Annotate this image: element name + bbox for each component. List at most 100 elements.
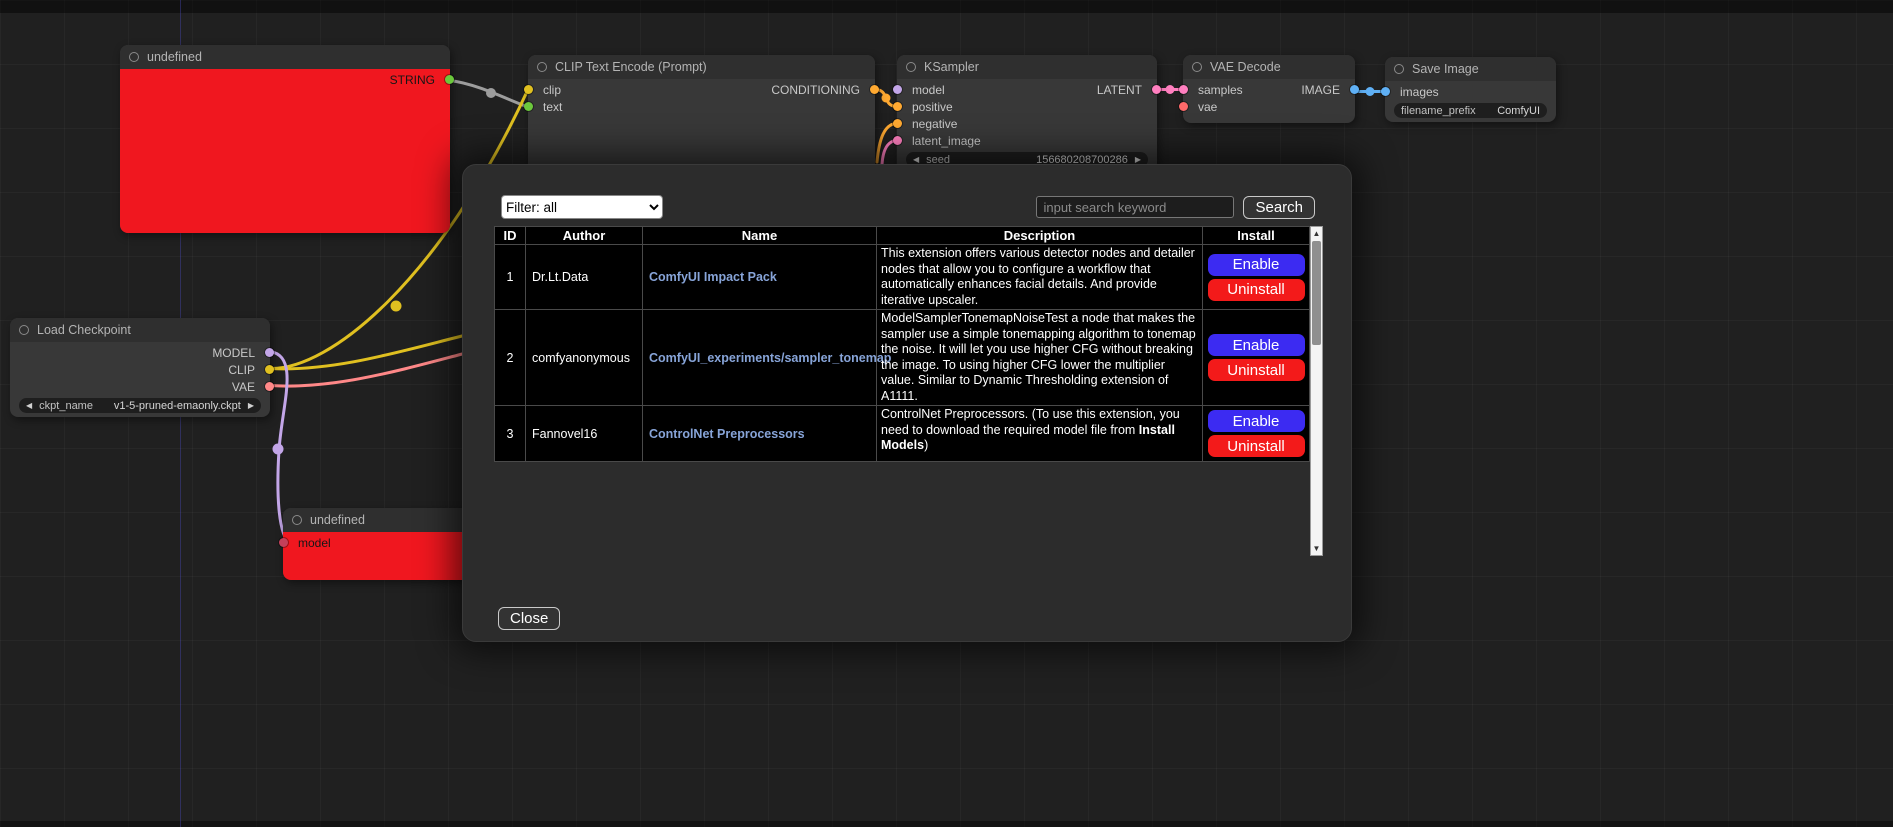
- extension-install-cell: Enable Uninstall: [1203, 245, 1310, 310]
- enable-button[interactable]: Enable: [1208, 334, 1305, 356]
- extensions-table-container: ID Author Name Description Install 1 Dr.…: [494, 226, 1323, 556]
- latent-image-input-port[interactable]: [893, 136, 902, 145]
- model-output-port[interactable]: [265, 348, 274, 357]
- extension-author: Fannovel16: [526, 406, 643, 462]
- close-button[interactable]: Close: [498, 607, 560, 630]
- extension-description: ControlNet Preprocessors. (To use this e…: [877, 406, 1203, 462]
- image-wire-dot: [1366, 87, 1375, 96]
- input-label-negative: negative: [912, 117, 957, 131]
- extension-id: 1: [495, 245, 526, 310]
- images-input-port[interactable]: [1381, 87, 1390, 96]
- enable-button[interactable]: Enable: [1208, 410, 1305, 432]
- node-body: MODEL CLIP VAE ◀ ckpt_name v1-5-pruned-e…: [10, 342, 270, 417]
- model-input-port[interactable]: [893, 85, 902, 94]
- node-save-image[interactable]: Save Image images filename_prefix ComfyU…: [1385, 57, 1556, 122]
- input-label-model: model: [298, 536, 331, 550]
- output-label-vae: VAE: [232, 380, 255, 394]
- node-header: VAE Decode: [1183, 55, 1355, 79]
- extension-install-cell: Enable Uninstall: [1203, 406, 1310, 462]
- input-label-samples: samples: [1198, 83, 1243, 97]
- extension-author: Dr.Lt.Data: [526, 245, 643, 310]
- increment-arrow-icon[interactable]: ▶: [1135, 156, 1141, 164]
- node-undefined-top[interactable]: undefined STRING: [120, 45, 450, 233]
- clip-input-port[interactable]: [524, 85, 533, 94]
- collapse-dot[interactable]: [129, 52, 139, 62]
- model-input-port[interactable]: [279, 538, 288, 547]
- header-install: Install: [1203, 227, 1310, 245]
- extension-id: 3: [495, 406, 526, 462]
- extension-link[interactable]: ControlNet Preprocessors: [649, 427, 805, 441]
- extension-row: 2 comfyanonymous ComfyUI_experiments/sam…: [495, 310, 1310, 406]
- search-input[interactable]: [1036, 196, 1234, 218]
- input-label-images: images: [1400, 85, 1439, 99]
- clip-output-port[interactable]: [265, 365, 274, 374]
- input-label-text: text: [543, 100, 562, 114]
- latent-wire-dot: [1166, 85, 1175, 94]
- collapse-dot[interactable]: [1394, 64, 1404, 74]
- header-name: Name: [643, 227, 877, 245]
- node-title: Save Image: [1412, 62, 1479, 76]
- node-title: undefined: [310, 513, 365, 527]
- node-body: IMAGE samples vae: [1183, 79, 1355, 123]
- node-title: CLIP Text Encode (Prompt): [555, 60, 707, 74]
- filter-select[interactable]: Filter: all: [501, 195, 663, 219]
- scrollbar-thumb[interactable]: [1312, 241, 1321, 345]
- header-description: Description: [877, 227, 1203, 245]
- string-wire-dot: [486, 88, 496, 98]
- node-vae-decode[interactable]: VAE Decode IMAGE samples vae: [1183, 55, 1355, 123]
- decrement-arrow-icon[interactable]: ◀: [913, 156, 919, 164]
- extension-install-cell: Enable Uninstall: [1203, 310, 1310, 406]
- search-button[interactable]: Search: [1243, 196, 1315, 219]
- collapse-dot[interactable]: [537, 62, 547, 72]
- negative-input-port[interactable]: [893, 119, 902, 128]
- node-header: undefined: [120, 45, 450, 69]
- string-output-port[interactable]: [445, 75, 454, 84]
- widget-value: ComfyUI: [1497, 105, 1540, 117]
- custom-nodes-manager-dialog: Filter: all Search ID Author Name Descri…: [462, 164, 1352, 642]
- extension-id: 2: [495, 310, 526, 406]
- scrollbar-up-icon[interactable]: ▲: [1311, 227, 1322, 240]
- output-label-clip: CLIP: [228, 363, 255, 377]
- node-ksampler[interactable]: KSampler LATENT model positive negative …: [897, 55, 1157, 171]
- node-title: KSampler: [924, 60, 979, 74]
- samples-input-port[interactable]: [1179, 85, 1188, 94]
- widget-value: v1-5-pruned-emaonly.ckpt: [114, 400, 241, 412]
- uninstall-button[interactable]: Uninstall: [1208, 279, 1305, 301]
- text-input-port[interactable]: [524, 102, 533, 111]
- output-label-string: STRING: [390, 73, 435, 87]
- vae-input-port[interactable]: [1179, 102, 1188, 111]
- node-body: LATENT model positive negative latent_im…: [897, 79, 1157, 171]
- table-scrollbar[interactable]: ▲ ▼: [1310, 226, 1323, 556]
- input-label-clip: clip: [543, 83, 561, 97]
- extension-link[interactable]: ComfyUI Impact Pack: [649, 270, 777, 284]
- node-load-checkpoint[interactable]: Load Checkpoint MODEL CLIP VAE ◀ ckpt_na…: [10, 318, 270, 417]
- positive-input-port[interactable]: [893, 102, 902, 111]
- node-title: VAE Decode: [1210, 60, 1281, 74]
- collapse-dot[interactable]: [1192, 62, 1202, 72]
- conditioning-wire-dot: [882, 94, 891, 103]
- next-arrow-icon[interactable]: ▶: [248, 402, 254, 410]
- input-label-model: model: [912, 83, 945, 97]
- collapse-dot[interactable]: [292, 515, 302, 525]
- vae-output-port[interactable]: [265, 382, 274, 391]
- ckpt-name-widget[interactable]: ◀ ckpt_name v1-5-pruned-emaonly.ckpt ▶: [19, 398, 261, 413]
- extension-link[interactable]: ComfyUI_experiments/sampler_tonemap: [649, 351, 891, 365]
- node-header: Save Image: [1385, 57, 1556, 81]
- scrollbar-down-icon[interactable]: ▼: [1311, 542, 1322, 555]
- widget-label: ckpt_name: [39, 400, 93, 412]
- node-title: Load Checkpoint: [37, 323, 131, 337]
- node-header: CLIP Text Encode (Prompt): [528, 55, 875, 79]
- output-label-model: MODEL: [212, 346, 255, 360]
- node-body: STRING: [120, 69, 450, 233]
- collapse-dot[interactable]: [906, 62, 916, 72]
- node-title: undefined: [147, 50, 202, 64]
- collapse-dot[interactable]: [19, 325, 29, 335]
- node-header: Load Checkpoint: [10, 318, 270, 342]
- uninstall-button[interactable]: Uninstall: [1208, 435, 1305, 457]
- enable-button[interactable]: Enable: [1208, 254, 1305, 276]
- uninstall-button[interactable]: Uninstall: [1208, 359, 1305, 381]
- model-wire-reroute-dot: [273, 444, 284, 455]
- prev-arrow-icon[interactable]: ◀: [26, 402, 32, 410]
- filename-prefix-widget[interactable]: filename_prefix ComfyUI: [1394, 103, 1547, 118]
- extension-description: ModelSamplerTonemapNoiseTest a node that…: [877, 310, 1203, 406]
